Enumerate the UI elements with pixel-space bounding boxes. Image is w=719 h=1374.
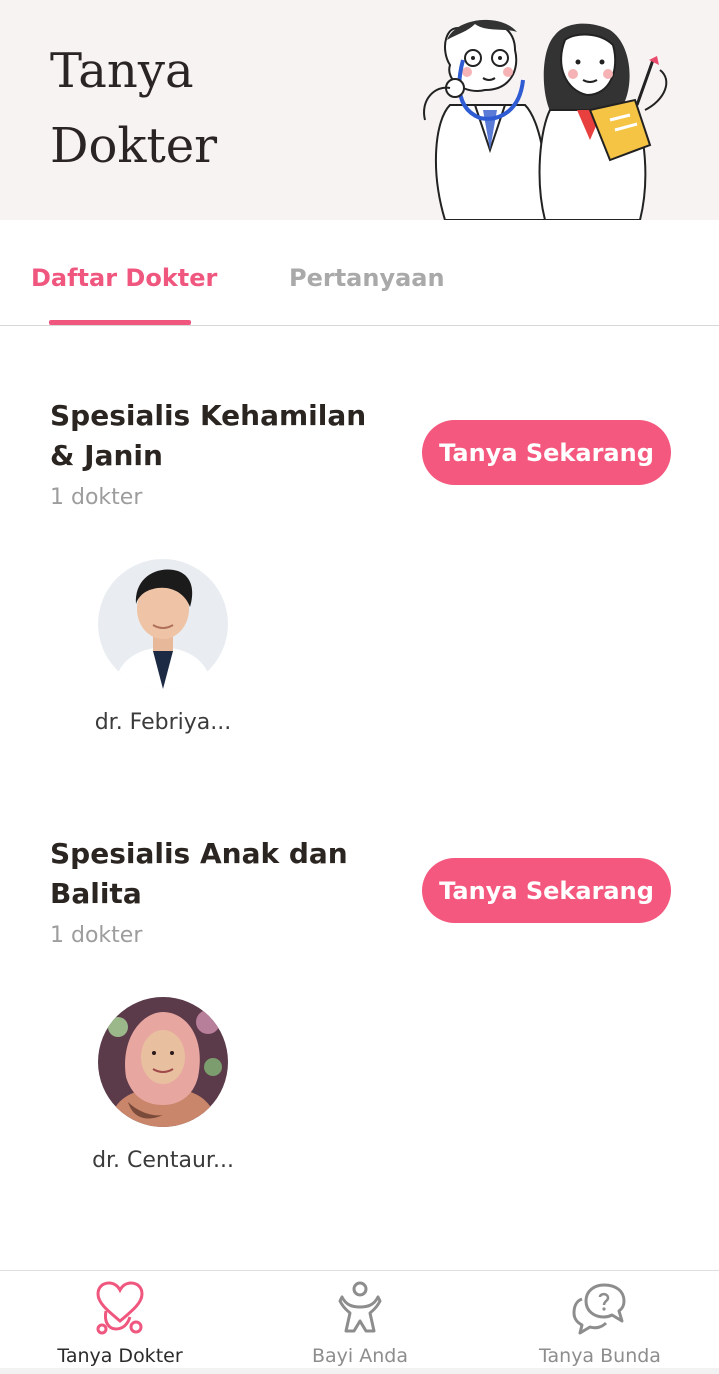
page-title-line-2: Dokter <box>50 118 218 174</box>
baby-icon <box>338 1281 382 1333</box>
system-bar-strip <box>0 1368 719 1374</box>
tab-daftar-dokter[interactable]: Daftar Dokter <box>31 264 217 292</box>
nav-label: Tanya Bunda <box>539 1345 661 1367</box>
page-title: Tanya Dokter <box>50 34 350 184</box>
specialty-section-anak: Spesialis Anak dan Balita 1 dokter Tanya… <box>0 834 719 1194</box>
tab-bar: Daftar Dokter Pertanyaan <box>0 230 719 326</box>
active-tab-indicator <box>49 320 191 325</box>
chat-bubbles-icon <box>572 1283 626 1335</box>
specialty-section-kehamilan: Spesialis Kehamilan & Janin 1 dokter Tan… <box>0 396 719 756</box>
doctor-photo-male <box>98 559 228 689</box>
nav-tanya-bunda[interactable]: Tanya Bunda <box>480 1271 719 1369</box>
doctor-avatar[interactable] <box>98 559 228 689</box>
doctor-name[interactable]: dr. Centaur... <box>63 1148 263 1173</box>
ask-now-button[interactable]: Tanya Sekarang <box>422 858 671 923</box>
heart-stethoscope-icon <box>96 1281 144 1335</box>
page-title-line-1: Tanya <box>50 43 194 99</box>
page-header: Tanya Dokter <box>0 0 719 220</box>
tab-pertanyaan[interactable]: Pertanyaan <box>289 264 445 292</box>
bottom-navigation: Tanya Dokter Bayi Anda Tanya Bunda <box>0 1270 719 1368</box>
doctor-name[interactable]: dr. Febriya... <box>63 710 263 735</box>
nav-tanya-dokter[interactable]: Tanya Dokter <box>0 1271 240 1369</box>
doctor-avatar[interactable] <box>98 997 228 1127</box>
nav-label: Bayi Anda <box>312 1345 408 1367</box>
nav-bayi-anda[interactable]: Bayi Anda <box>240 1271 480 1369</box>
two-doctors-illustration-icon <box>423 19 668 220</box>
section-title: Spesialis Kehamilan & Janin <box>50 399 367 472</box>
doctor-count: 1 dokter <box>50 923 143 948</box>
nav-label: Tanya Dokter <box>57 1345 183 1367</box>
ask-now-button[interactable]: Tanya Sekarang <box>422 420 671 485</box>
doctor-count: 1 dokter <box>50 485 143 510</box>
section-title: Spesialis Anak dan Balita <box>50 837 348 910</box>
doctor-photo-female <box>98 997 228 1127</box>
